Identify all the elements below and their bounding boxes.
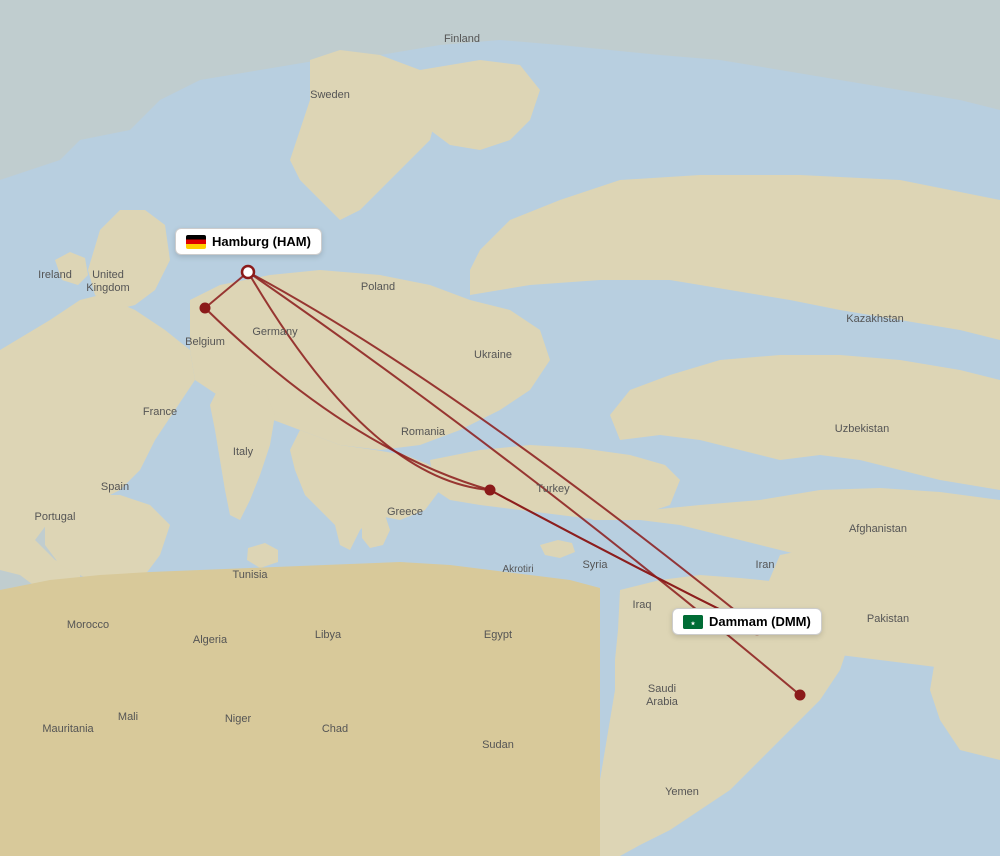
svg-text:Pakistan: Pakistan (867, 613, 909, 625)
svg-text:Afghanistan: Afghanistan (849, 523, 907, 535)
map-svg: Finland Sweden United Kingdom Ireland Be… (0, 0, 1000, 856)
svg-text:Kazakhstan: Kazakhstan (846, 313, 903, 325)
svg-text:Romania: Romania (401, 426, 446, 438)
svg-text:Arabia: Arabia (646, 696, 679, 708)
svg-text:Iraq: Iraq (633, 599, 652, 611)
germany-flag-icon (186, 235, 206, 249)
svg-text:Libya: Libya (315, 629, 342, 641)
svg-text:Portugal: Portugal (35, 511, 76, 523)
svg-text:Ireland: Ireland (38, 269, 72, 281)
svg-text:Akrotiri: Akrotiri (502, 564, 533, 575)
saudi-flag-icon: ★ (683, 615, 703, 629)
svg-text:Kingdom: Kingdom (86, 282, 129, 294)
svg-text:Yemen: Yemen (665, 786, 699, 798)
svg-text:Chad: Chad (322, 723, 348, 735)
svg-text:Egypt: Egypt (484, 629, 512, 641)
svg-text:Niger: Niger (225, 713, 252, 725)
map-container: Finland Sweden United Kingdom Ireland Be… (0, 0, 1000, 856)
svg-text:Morocco: Morocco (67, 619, 109, 631)
svg-text:Finland: Finland (444, 33, 480, 45)
svg-text:Poland: Poland (361, 281, 395, 293)
svg-text:Spain: Spain (101, 481, 129, 493)
svg-text:United: United (92, 269, 124, 281)
hamburg-label: Hamburg (HAM) (212, 234, 311, 249)
svg-text:Tunisia: Tunisia (232, 569, 268, 581)
svg-text:Germany: Germany (252, 326, 298, 338)
svg-text:Iran: Iran (756, 559, 775, 571)
dammam-tooltip: ★ Dammam (DMM) (672, 608, 822, 635)
svg-text:France: France (143, 406, 177, 418)
svg-text:Turkey: Turkey (536, 483, 570, 495)
svg-text:Italy: Italy (233, 446, 254, 458)
svg-text:★: ★ (691, 621, 696, 627)
dammam-label: Dammam (DMM) (709, 614, 811, 629)
svg-text:Sudan: Sudan (482, 739, 514, 751)
svg-text:Syria: Syria (582, 559, 608, 571)
svg-text:Algeria: Algeria (193, 634, 228, 646)
svg-text:Mali: Mali (118, 711, 138, 723)
svg-text:Uzbekistan: Uzbekistan (835, 423, 889, 435)
svg-text:Saudi: Saudi (648, 683, 676, 695)
svg-text:Mauritania: Mauritania (42, 723, 94, 735)
svg-text:Sweden: Sweden (310, 89, 350, 101)
svg-text:Ukraine: Ukraine (474, 349, 512, 361)
svg-text:Greece: Greece (387, 506, 423, 518)
hamburg-tooltip: Hamburg (HAM) (175, 228, 322, 255)
svg-text:Belgium: Belgium (185, 336, 225, 348)
